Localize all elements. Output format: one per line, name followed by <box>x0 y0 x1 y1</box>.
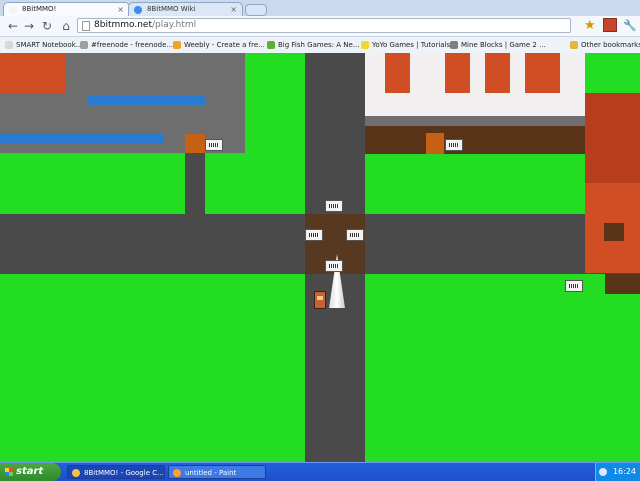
player-character[interactable] <box>314 291 326 309</box>
wood-wall <box>365 126 585 154</box>
bookmark-label: Mine Blocks | Game 2 ... <box>461 41 546 49</box>
url-text: 8bitmmo.net/play.html <box>94 20 196 30</box>
tab-8bitmmo-wiki[interactable]: 8BitMMO Wiki × <box>128 2 243 16</box>
bookmark-icon <box>267 41 275 49</box>
8bitmmo-tab-icon <box>9 6 17 14</box>
taskbar: start 8BitMMO! - Google C... untitled - … <box>0 462 640 481</box>
star-icon[interactable]: ★ <box>584 18 596 34</box>
bookmark-icon <box>80 41 88 49</box>
bookmark-label: YoYo Games | Tutorials <box>372 41 451 49</box>
bookmark-yoyo-games[interactable]: YoYo Games | Tutorials <box>361 39 450 51</box>
sign <box>305 229 323 241</box>
bookmark-mine-blocks[interactable]: Mine Blocks | Game 2 ... <box>450 39 546 51</box>
door <box>185 134 205 153</box>
bookmark-icon <box>5 41 13 49</box>
taskbar-item-label: 8BitMMO! - Google C... <box>84 469 164 477</box>
window-row <box>0 134 164 144</box>
new-tab-icon[interactable] <box>245 4 267 16</box>
bookmark-big-fish-games[interactable]: Big Fish Games: A Ne... <box>267 39 360 51</box>
tab-label: 8BitMMO! <box>22 5 57 13</box>
bookmark-freenode[interactable]: #freenode - freenode... <box>80 39 173 51</box>
wrench-icon[interactable]: 🔧 <box>623 18 637 34</box>
start-label: start <box>16 466 44 477</box>
stone-building-roof <box>0 53 65 93</box>
bookmarks-bar: SMART Notebook... #freenode - freenode..… <box>0 37 640 54</box>
sign <box>325 200 343 212</box>
tab-label: 8BitMMO Wiki <box>147 5 196 13</box>
reload-icon[interactable]: ↻ <box>39 18 55 34</box>
tab-8bitmmo[interactable]: 8BitMMO! × <box>3 2 130 16</box>
door <box>426 133 444 154</box>
browser-chrome: 8BitMMO! × 8BitMMO Wiki × ← → ↻ ⌂ 8bitmm… <box>0 0 640 54</box>
sign <box>445 139 463 151</box>
bookmark-icon <box>361 41 369 49</box>
tab-strip: 8BitMMO! × 8BitMMO Wiki × <box>0 0 640 16</box>
page-icon <box>82 21 90 31</box>
taskbar-item-paint[interactable]: untitled - Paint <box>168 465 266 479</box>
volume-icon[interactable] <box>599 468 607 476</box>
bookmark-label: #freenode - freenode... <box>91 41 174 49</box>
wood-fence <box>605 274 640 294</box>
navigation-bar: ← → ↻ ⌂ 8bitmmo.net/play.html ★ 🔧 <box>0 16 640 37</box>
taskbar-item-chrome[interactable]: 8BitMMO! - Google C... <box>67 465 165 479</box>
building-letter <box>485 53 510 93</box>
building-letter <box>445 53 470 93</box>
system-tray: 16:24 <box>595 463 640 481</box>
back-arrow-icon[interactable]: ← <box>5 18 21 34</box>
taskbar-item-label: untitled - Paint <box>185 469 237 477</box>
window <box>604 223 624 241</box>
bookmark-label: Weebly - Create a fre... <box>184 41 265 49</box>
bookmark-label: Big Fish Games: A Ne... <box>278 41 360 49</box>
bookmark-weebly[interactable]: Weebly - Create a fre... <box>173 39 265 51</box>
folder-icon <box>570 41 578 49</box>
building-letter <box>385 53 410 93</box>
bookmark-icon <box>450 41 458 49</box>
extension-icon[interactable] <box>603 18 617 32</box>
address-bar[interactable]: 8bitmmo.net/play.html <box>77 18 571 33</box>
close-tab-icon[interactable]: × <box>117 3 124 16</box>
window-row <box>87 95 205 105</box>
bookmark-smart-notebook[interactable]: SMART Notebook... <box>5 39 82 51</box>
game-canvas[interactable] <box>0 53 640 462</box>
building-trim <box>365 116 585 126</box>
building-letter <box>525 53 560 93</box>
side-road <box>185 153 205 214</box>
wiki-tab-icon <box>134 6 142 14</box>
paint-icon <box>173 469 181 477</box>
bookmark-label: SMART Notebook... <box>16 41 83 49</box>
forward-arrow-icon[interactable]: → <box>21 18 37 34</box>
bookmark-label: Other bookmarks <box>581 41 640 49</box>
start-button[interactable]: start <box>0 463 61 481</box>
chrome-icon <box>72 469 80 477</box>
sign <box>205 139 223 151</box>
url-domain: 8bitmmo.net <box>94 20 152 30</box>
bookmark-icon <box>173 41 181 49</box>
sign <box>565 280 583 292</box>
bookmark-other[interactable]: Other bookmarks <box>570 39 640 51</box>
close-tab-icon[interactable]: × <box>230 3 237 16</box>
url-path: /play.html <box>151 20 197 30</box>
right-building-roof <box>585 93 640 183</box>
home-icon[interactable]: ⌂ <box>58 18 74 34</box>
sign <box>325 260 343 272</box>
clock: 16:24 <box>612 467 636 476</box>
sign <box>346 229 364 241</box>
